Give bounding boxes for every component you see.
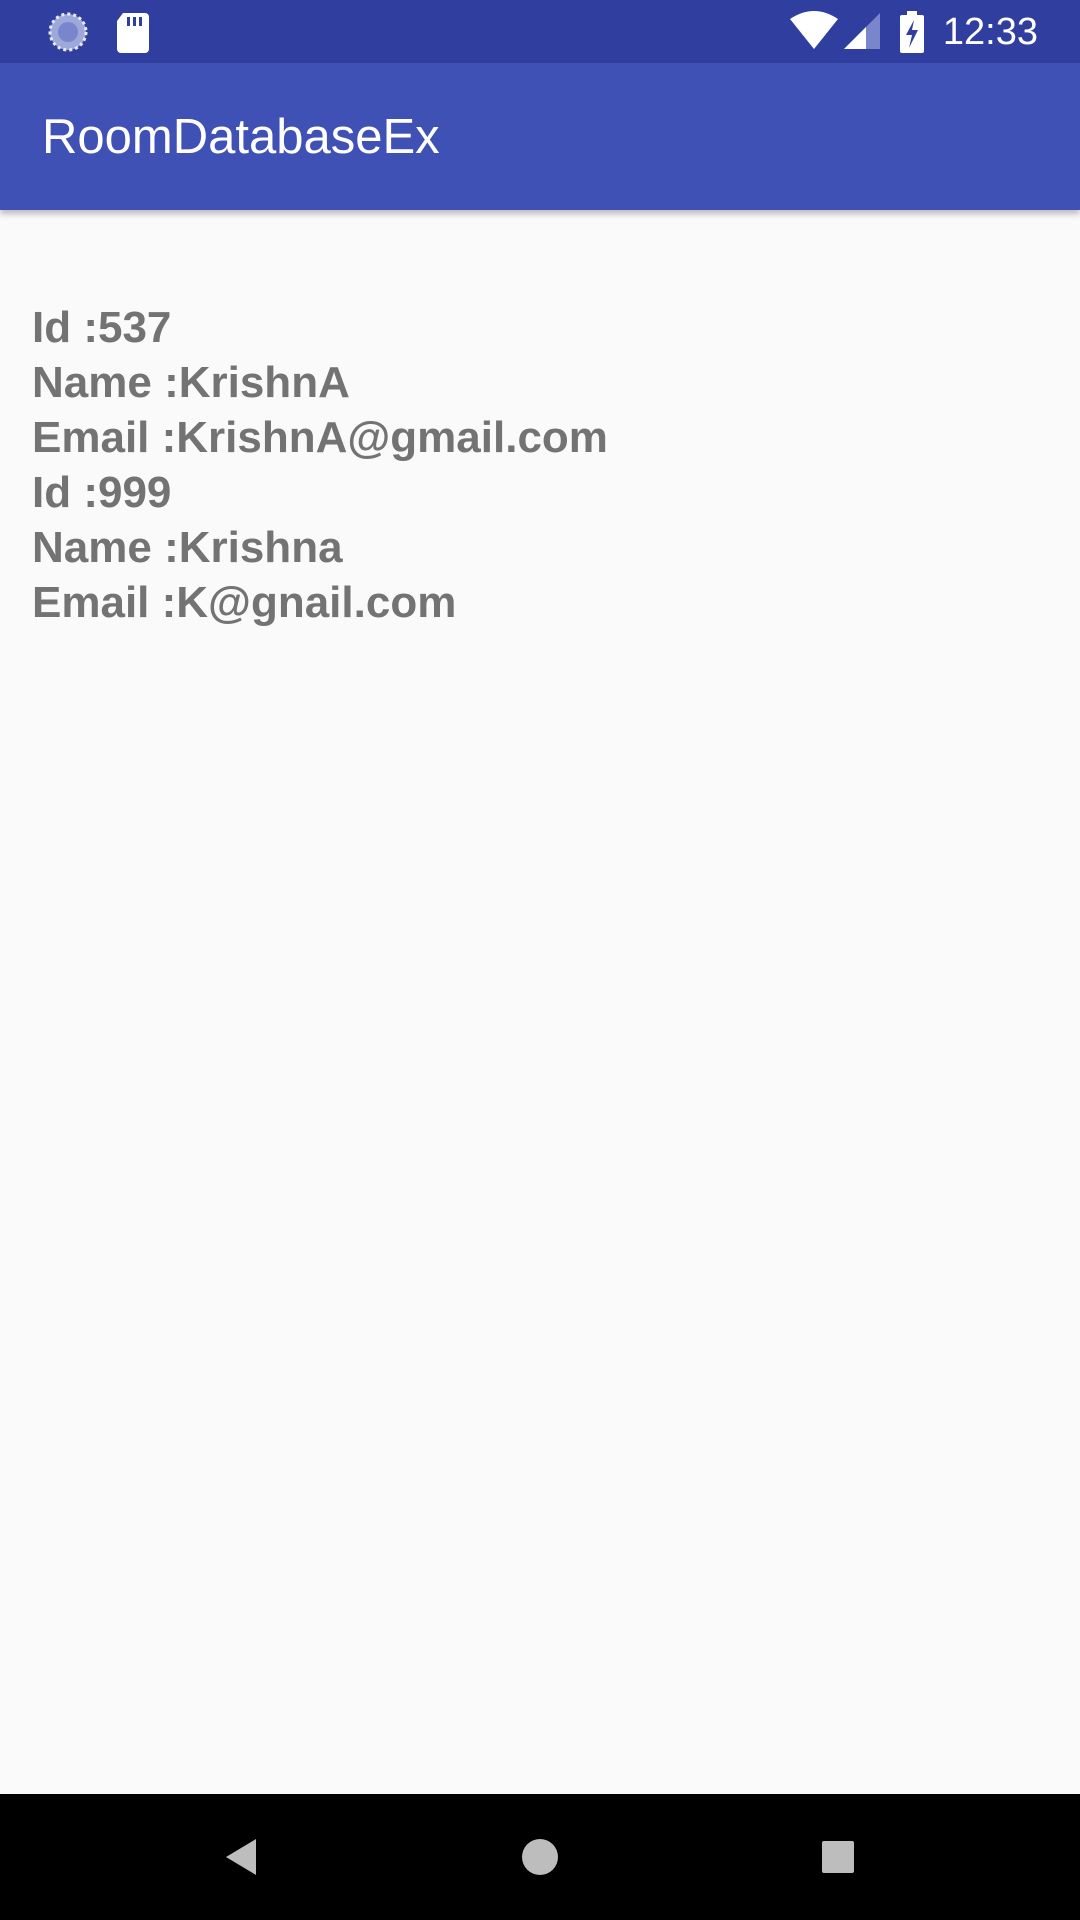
- record-item: Id :999 Name :Krishna Email :K@gnail.com: [32, 465, 1048, 630]
- record-id: Id :537: [32, 303, 172, 352]
- status-time: 12:33: [942, 11, 1038, 53]
- record-item: Id :537 Name :KrishnA Email :KrishnA@gma…: [32, 300, 1048, 465]
- record-email: Email :K@gnail.com: [32, 578, 457, 627]
- record-id: Id :999: [32, 468, 172, 517]
- navigation-bar: [0, 1794, 1080, 1920]
- screen: 12:33 RoomDatabaseEx Id :537 Name :Krish…: [0, 0, 1080, 1920]
- sd-card-icon: [113, 9, 159, 55]
- home-icon[interactable]: [502, 1819, 578, 1895]
- battery-charging-icon: [898, 11, 926, 53]
- back-icon[interactable]: [204, 1819, 280, 1895]
- app-title: RoomDatabaseEx: [42, 110, 440, 164]
- status-bar: 12:33: [0, 0, 1080, 63]
- sync-icon: [45, 9, 91, 55]
- app-bar: RoomDatabaseEx: [0, 63, 1080, 210]
- record-name: Name :KrishnA: [32, 358, 350, 407]
- recents-icon[interactable]: [800, 1819, 876, 1895]
- record-name: Name :Krishna: [32, 523, 343, 572]
- wifi-icon: [790, 11, 838, 51]
- cellular-signal-icon: [842, 11, 882, 51]
- records-list: Id :537 Name :KrishnA Email :KrishnA@gma…: [32, 300, 1048, 630]
- record-email: Email :KrishnA@gmail.com: [32, 413, 608, 462]
